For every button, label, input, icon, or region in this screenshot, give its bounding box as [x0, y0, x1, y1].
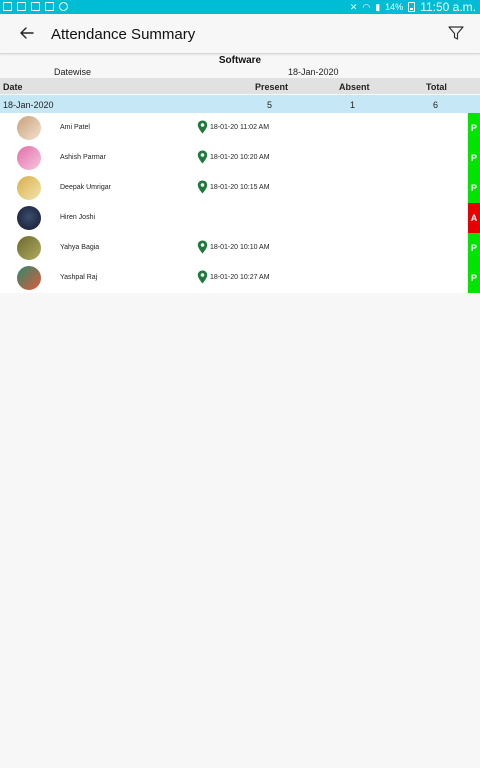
- mute-icon: ✕: [349, 2, 358, 12]
- table-header: Date Present Absent Total: [0, 78, 480, 94]
- avatar: [17, 176, 41, 200]
- status-bar: ✕ ◠ ▮ 14% 11:50 a.m.: [0, 0, 480, 14]
- app-bar: Attendance Summary: [0, 14, 480, 54]
- employee-name: Yahya Bagia: [60, 244, 100, 251]
- list-item[interactable]: Ami Patel 18-01-20 11:02 AM P: [0, 113, 480, 143]
- check-in-time: 18-01-20 10:20 AM: [210, 154, 270, 161]
- filter-button[interactable]: [446, 23, 466, 43]
- employee-name: Yashpal Raj: [60, 274, 98, 281]
- check-in-time: 18-01-20 10:10 AM: [210, 244, 270, 251]
- location-pin-icon: [197, 180, 208, 194]
- avatar: [17, 236, 41, 260]
- location-pin-icon: [197, 240, 208, 254]
- header-present: Present: [255, 82, 289, 92]
- header-absent: Absent: [339, 82, 370, 92]
- header-date: Date: [3, 82, 23, 92]
- employee-name: Hiren Joshi: [60, 214, 96, 221]
- header-total: Total: [426, 82, 447, 92]
- avatar: [17, 266, 41, 290]
- location-pin-icon: [197, 150, 208, 164]
- avatar: [17, 116, 41, 140]
- signal-icon: ▮: [375, 2, 381, 12]
- status-badge: P: [468, 263, 480, 293]
- back-button[interactable]: [16, 22, 38, 44]
- status-badge: P: [468, 173, 480, 203]
- app-notification-icon: [3, 2, 12, 11]
- employee-name: Ashish Parmar: [60, 154, 106, 161]
- notification-icons: [3, 2, 68, 11]
- summary-absent: 1: [350, 100, 356, 110]
- image-notification-icon: [31, 2, 40, 11]
- mail-notification-icon: [45, 2, 54, 11]
- empty-area: [0, 293, 480, 768]
- summary-date: 18-Jan-2020: [3, 100, 54, 110]
- employee-list: Ami Patel 18-01-20 11:02 AM P Ashish Par…: [0, 113, 480, 293]
- employee-name: Ami Patel: [60, 124, 90, 131]
- wifi-icon: ◠: [362, 2, 371, 12]
- battery-icon: [408, 2, 416, 12]
- status-badge: P: [468, 113, 480, 143]
- status-badge: P: [468, 143, 480, 173]
- list-item[interactable]: Deepak Umrigar 18-01-20 10:15 AM P: [0, 173, 480, 203]
- save-notification-icon: [17, 2, 26, 11]
- list-item[interactable]: Yahya Bagia 18-01-20 10:10 AM P: [0, 233, 480, 263]
- status-badge: A: [468, 203, 480, 233]
- sync-notification-icon: [59, 2, 68, 11]
- department-title: Software: [218, 55, 262, 66]
- location-pin-icon: [197, 120, 208, 134]
- list-item[interactable]: Ashish Parmar 18-01-20 10:20 AM P: [0, 143, 480, 173]
- avatar: [17, 146, 41, 170]
- system-icons: ✕ ◠ ▮ 14% 11:50 a.m.: [350, 0, 476, 14]
- battery-percent: 14%: [385, 2, 404, 12]
- location-pin-icon: [197, 270, 208, 284]
- clock: 11:50 a.m.: [420, 0, 476, 14]
- list-item[interactable]: Hiren Joshi A: [0, 203, 480, 233]
- summary-row[interactable]: 18-Jan-2020 5 1 6: [0, 95, 480, 113]
- check-in-time: 18-01-20 10:15 AM: [210, 184, 270, 191]
- summary-total: 6: [433, 100, 439, 110]
- report-mode-label: Datewise: [54, 67, 92, 77]
- status-badge: P: [468, 233, 480, 263]
- page-title: Attendance Summary: [51, 26, 196, 43]
- summary-present: 5: [267, 100, 273, 110]
- check-in-time: 18-01-20 11:02 AM: [210, 124, 270, 131]
- report-date-label: 18-Jan-2020: [288, 67, 339, 77]
- check-in-time: 18-01-20 10:27 AM: [210, 274, 270, 281]
- list-item[interactable]: Yashpal Raj 18-01-20 10:27 AM P: [0, 263, 480, 293]
- filter-icon: [448, 26, 464, 40]
- employee-name: Deepak Umrigar: [60, 184, 111, 191]
- avatar: [17, 206, 41, 230]
- arrow-left-icon: [20, 27, 34, 39]
